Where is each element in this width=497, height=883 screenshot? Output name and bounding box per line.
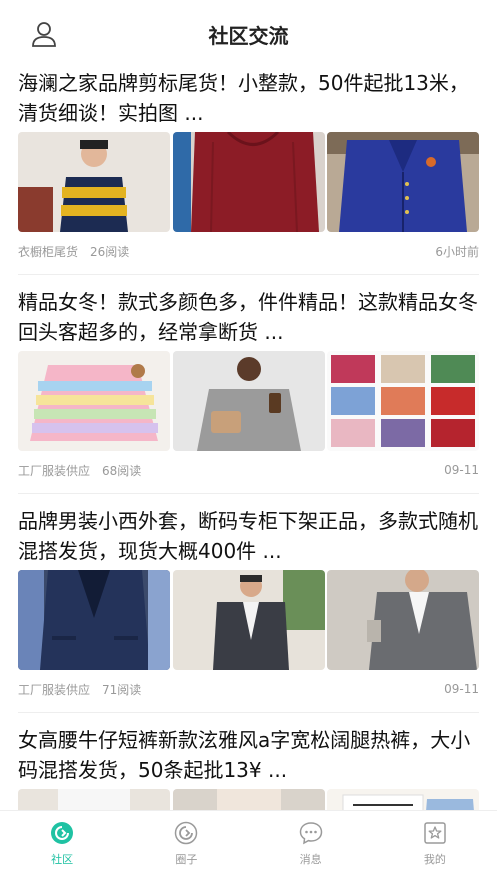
- post-card[interactable]: 海澜之家品牌剪标尾货！小整款，50件起批13米，清货细谈！实拍图 ... 衣橱柜…: [0, 66, 497, 275]
- tab-circle[interactable]: 圈子: [124, 811, 248, 883]
- post-card[interactable]: 品牌男装小西外套，断码专柜下架正品，多款式随机混搭发货，现货大概400件 ...: [0, 504, 497, 713]
- post-image[interactable]: [327, 132, 479, 232]
- post-images: [18, 132, 479, 232]
- tab-label: 我的: [423, 853, 446, 866]
- bottom-tab-bar: 社区 圈子 消息 我的: [0, 810, 497, 883]
- post-card[interactable]: 精品女冬！款式多颜色多，件件精品！这款精品女冬回头客超多的，经常拿断货 ...: [0, 285, 497, 494]
- post-image[interactable]: [172, 789, 325, 810]
- app-header: 社区交流: [0, 0, 497, 66]
- post-meta: 衣橱柜尾货 26阅读 6小时前: [18, 232, 479, 270]
- post-image[interactable]: [18, 351, 170, 451]
- post-meta: 工厂服装供应 68阅读 09-11: [18, 451, 479, 489]
- post-image[interactable]: [327, 789, 479, 810]
- divider: [18, 712, 479, 713]
- post-image[interactable]: [172, 570, 325, 670]
- post-source[interactable]: 工厂服装供应: [18, 464, 90, 478]
- post-title[interactable]: 精品女冬！款式多颜色多，件件精品！这款精品女冬回头客超多的，经常拿断货 ...: [18, 285, 479, 349]
- tab-label: 消息: [299, 853, 322, 866]
- post-time: 09-11: [444, 682, 479, 696]
- community-icon: [51, 822, 74, 844]
- post-source[interactable]: 衣橱柜尾货: [18, 245, 78, 259]
- post-image[interactable]: [18, 789, 170, 810]
- post-images: [18, 570, 479, 670]
- tab-messages[interactable]: 消息: [249, 811, 373, 883]
- post-reads: 71阅读: [102, 682, 142, 697]
- post-meta: 工厂服装供应 71阅读 09-11: [18, 670, 479, 708]
- post-image[interactable]: [172, 132, 325, 232]
- post-reads: 26阅读: [90, 244, 130, 259]
- message-icon: [299, 822, 322, 845]
- post-image[interactable]: [327, 351, 479, 451]
- post-source[interactable]: 工厂服装供应: [18, 683, 90, 697]
- post-feed[interactable]: 海澜之家品牌剪标尾货！小整款，50件起批13米，清货细谈！实拍图 ... 衣橱柜…: [0, 66, 497, 810]
- post-title[interactable]: 品牌男装小西外套，断码专柜下架正品，多款式随机混搭发货，现货大概400件 ...: [18, 504, 479, 568]
- post-time: 6小时前: [435, 244, 479, 259]
- divider: [18, 493, 479, 494]
- tab-label: 社区: [51, 853, 74, 866]
- divider: [18, 274, 479, 275]
- post-title[interactable]: 海澜之家品牌剪标尾货！小整款，50件起批13米，清货细谈！实拍图 ...: [18, 66, 479, 130]
- tab-profile[interactable]: 我的: [373, 811, 497, 883]
- tab-community[interactable]: 社区: [0, 811, 124, 883]
- post-card[interactable]: 女高腰牛仔短裤新款泫雅风a字宽松阔腿热裤，大小码混搭发货，50条起批13¥ ..…: [0, 723, 497, 810]
- profile-star-icon: [424, 822, 446, 844]
- post-image[interactable]: [18, 570, 170, 670]
- post-image[interactable]: [18, 132, 170, 232]
- post-time: 09-11: [444, 463, 479, 477]
- page-title: 社区交流: [208, 24, 289, 48]
- circle-icon: [175, 821, 198, 845]
- post-title[interactable]: 女高腰牛仔短裤新款泫雅风a字宽松阔腿热裤，大小码混搭发货，50条起批13¥ ..…: [18, 723, 479, 787]
- post-image[interactable]: [172, 351, 325, 451]
- post-images: [18, 789, 479, 810]
- post-image[interactable]: [327, 570, 479, 670]
- post-reads: 68阅读: [102, 463, 142, 478]
- tab-label: 圈子: [175, 853, 198, 866]
- post-images: [18, 351, 479, 451]
